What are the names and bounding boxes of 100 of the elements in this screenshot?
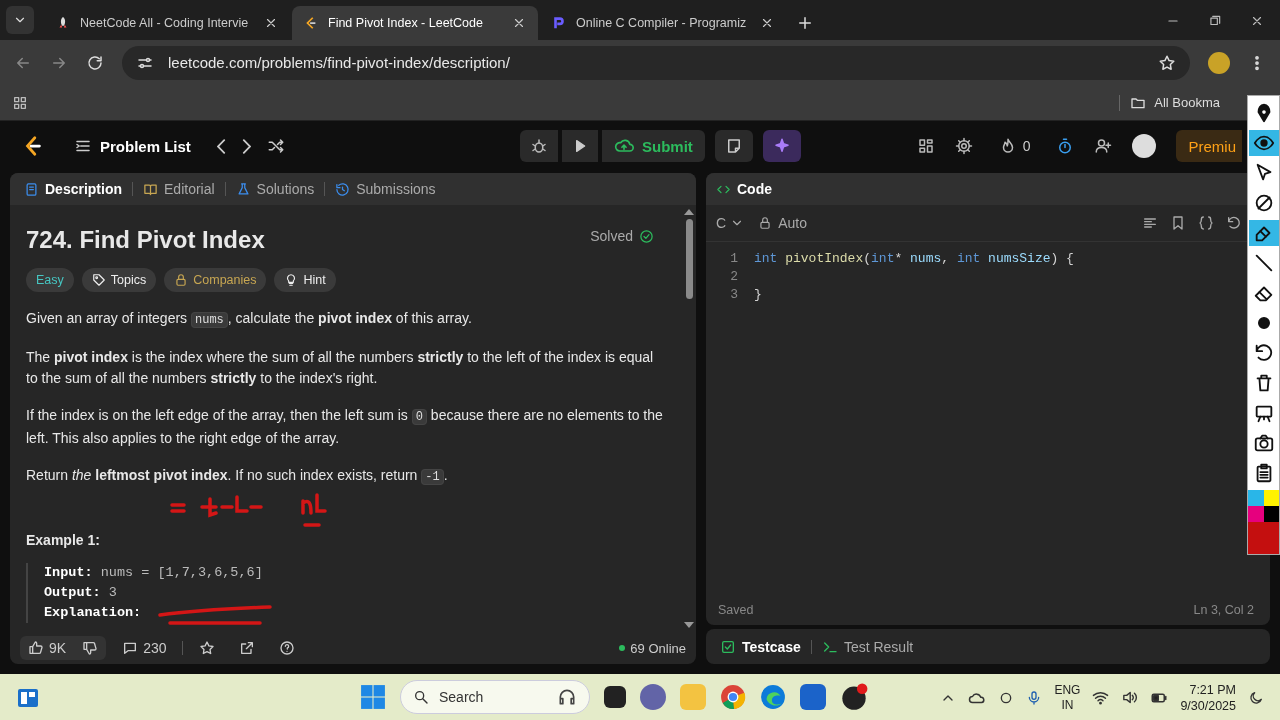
tag-button[interactable]: Topics [81,268,157,292]
premium-button[interactable]: Premiu [1176,130,1242,162]
problem-list-button[interactable]: Problem List [68,136,197,156]
tag-button[interactable]: Hint [274,268,336,292]
camera-icon [1252,432,1275,454]
reset-icon[interactable] [1226,215,1242,231]
edge-icon[interactable] [760,684,786,710]
wifi-icon[interactable] [1092,689,1110,706]
panel-tab[interactable]: Testcase [720,638,801,655]
thumbs-down-icon [82,640,99,656]
color-swatch[interactable] [1248,506,1264,522]
highlighter-button[interactable] [1248,220,1279,246]
book-icon [143,181,158,197]
panel-tab[interactable]: Editorial [139,179,219,199]
panel-tab[interactable]: Test Result [821,638,914,655]
start-icon[interactable] [360,684,386,710]
panel-tab[interactable]: Submissions [331,179,440,199]
extension-icon[interactable] [1208,51,1230,74]
chevron-right-icon [241,138,251,154]
problem-title[interactable]: 724. Find Pivot Index [26,229,265,250]
help-icon [279,640,296,656]
browser-tab[interactable]: Find Pivot Index - LeetCode [292,6,538,40]
color-swatch[interactable] [1248,490,1264,506]
description-paragraph: Given an array of integers nums , calculate the pivot index of this array. [26,309,473,330]
close-icon[interactable] [1250,14,1264,28]
tag-icon [91,273,106,287]
lock-icon [758,216,773,230]
streak-counter[interactable]: 0 [992,136,1037,156]
code-line[interactable]: int pivotIndex(int* nums, int numsSize) { [754,250,1074,268]
search-icon [413,689,429,705]
comments-button[interactable]: 230 [114,636,175,660]
braces-icon[interactable] [1198,215,1214,231]
notes-button[interactable] [714,130,753,162]
language-dropdown[interactable]: C [716,215,745,231]
close-icon[interactable] [512,16,526,30]
browser-tab[interactable]: Online C Compiler - Programiz [540,6,786,40]
panel-title: Code [737,181,772,197]
share-icon [239,640,256,656]
bookmark-icon[interactable] [1170,215,1186,231]
comment-icon [122,640,139,656]
star-icon [199,640,216,656]
settings-icon[interactable] [954,137,973,155]
shuffle-icon [266,137,285,155]
mode-label[interactable]: Auto [778,215,807,231]
lock-icon [174,273,189,287]
line-number: 3 [729,286,738,304]
ai-button[interactable] [762,130,801,162]
debug-button[interactable] [520,130,558,162]
search-field[interactable]: Search [400,680,590,714]
history-icon [335,181,351,197]
tab-search-button[interactable] [6,6,34,34]
panel-tab[interactable]: Description [20,179,126,199]
moon-icon[interactable] [1248,689,1264,706]
bookmarks-folder[interactable]: All Bookma [1119,94,1220,111]
description-paragraph: If the index is on the left edge of the array, then the left sum is 0 because there are no elements to the left. This also applies to the right edge of the array. [26,406,664,448]
description-paragraph: The pivot index is the index where the sum of all the numbers strictly to the left of the index is equal to the sum of all the numbers strictly to the index's right. [26,348,655,388]
volume-icon[interactable] [1121,689,1139,706]
panel-tab[interactable]: Solutions [231,179,319,199]
star-icon[interactable] [1158,53,1176,72]
checkbox-icon [720,638,736,655]
line-number: 2 [729,268,738,286]
example-line: Output: 3 [44,584,117,602]
submit-button[interactable]: Submit [602,130,705,162]
leetcode-logo-icon [304,16,318,30]
code-line[interactable]: } [754,286,762,304]
browser-tab[interactable]: NeetCode All - Coding Intervie [44,6,290,40]
eye-button[interactable] [1248,130,1279,156]
check-circle-icon [639,229,654,244]
add-user-icon[interactable] [1094,137,1113,155]
obs-icon[interactable] [840,683,868,711]
document-icon [24,181,39,197]
example-heading: Example 1: [26,531,101,550]
apps-icon[interactable] [12,94,28,111]
chevron-left-icon [216,138,226,154]
restore-icon[interactable] [1208,14,1222,28]
address-bar[interactable]: leetcode.com/problems/find-pivot-index/description/ [122,45,1190,80]
run-button[interactable] [562,130,598,162]
programiz-logo-icon [552,16,566,30]
solved-status: Solved [590,227,633,246]
chrome-icon[interactable] [720,684,746,710]
description-paragraph: Return the leftmost pivot index. If no such index exists, return -1 . [26,466,449,487]
bug-icon [530,137,548,155]
input-language[interactable]: ENG IN [1054,682,1081,713]
new-tab-icon[interactable] [796,14,814,32]
color-swatch[interactable] [1248,522,1279,554]
close-icon[interactable] [760,16,774,30]
format-icon[interactable] [1142,215,1158,231]
clock[interactable]: 7:21 PM 9/30/2025 [1180,681,1236,714]
reload-icon[interactable] [86,53,104,72]
thumbs-up-icon [28,640,44,656]
difficulty-tag[interactable]: Easy [26,268,74,292]
online-count: 69 Online [630,640,686,656]
close-icon[interactable] [264,16,278,30]
avatar[interactable] [1132,134,1157,158]
headset-icon [557,687,577,707]
tag-button[interactable]: Companies [164,268,267,292]
layout-icon[interactable] [916,137,935,155]
save-status: Saved [718,603,754,617]
cursor-position: Ln 3, Col 2 [1193,603,1254,617]
sparkle-icon [772,137,791,155]
